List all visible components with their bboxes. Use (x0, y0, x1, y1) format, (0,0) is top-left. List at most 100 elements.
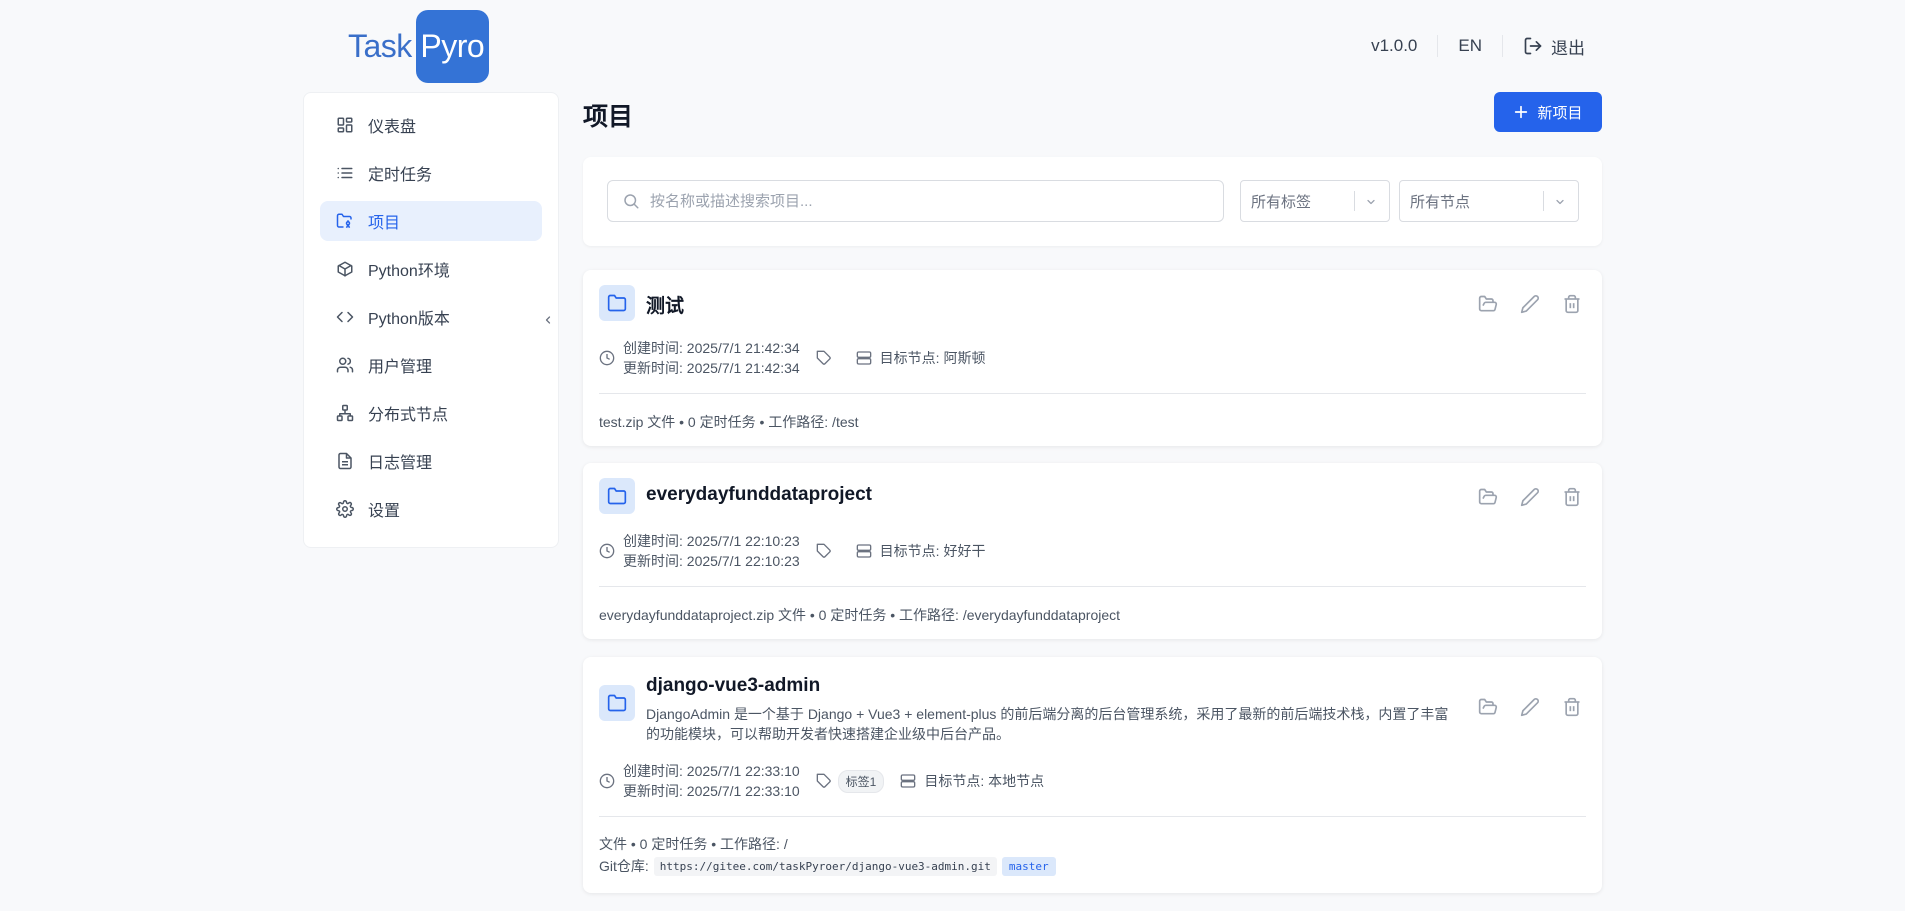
sidebar-item-python-env[interactable]: Python环境 (320, 249, 542, 289)
sidebar-item-scheduled-tasks[interactable]: 定时任务 (320, 153, 542, 193)
search-input[interactable] (650, 192, 1210, 210)
new-project-button[interactable]: 新项目 (1494, 92, 1602, 132)
git-repo-row: Git仓库: https://gitee.com/taskPyroer/djan… (599, 856, 1056, 876)
git-label: Git仓库: (599, 858, 649, 874)
card-divider (599, 393, 1586, 394)
tag-filter-value: 所有标签 (1251, 193, 1312, 211)
target-node: 目标节点: 阿斯顿 (879, 350, 986, 366)
project-timestamps: 创建时间: 2025/7/1 22:33:10 更新时间: 2025/7/1 2… (623, 761, 800, 801)
users-icon (336, 356, 354, 374)
created-time: 创建时间: 2025/7/1 21:42:34 (623, 340, 800, 356)
open-folder-icon[interactable] (1478, 697, 1498, 717)
node-filter-value: 所有节点 (1410, 193, 1471, 211)
sidebar-item-projects[interactable]: 项目 (320, 201, 542, 241)
box-icon (336, 260, 354, 278)
project-title[interactable]: django-vue3-admin (646, 675, 820, 697)
server-icon (856, 543, 872, 559)
sidebar-item-label: 仪表盘 (368, 119, 417, 136)
sidebar-item-label: Python环境 (368, 263, 450, 280)
sidebar-item-label: Python版本 (368, 311, 450, 328)
search-icon (622, 192, 640, 210)
updated-time: 更新时间: 2025/7/1 22:10:23 (623, 553, 800, 569)
project-footer: everydayfunddataproject.zip 文件 • 0 定时任务 … (599, 607, 1121, 623)
sidebar-item-label: 项目 (368, 215, 401, 232)
card-divider (599, 586, 1586, 587)
clock-icon (599, 543, 615, 559)
sidebar: 仪表盘 定时任务 项目 Python环境 Python版本 用户管理 分布式节点… (303, 92, 559, 548)
card-divider (599, 816, 1586, 817)
project-meta: 创建时间: 2025/7/1 22:33:10 更新时间: 2025/7/1 2… (599, 761, 1044, 801)
git-url[interactable]: https://gitee.com/taskPyroer/django-vue3… (653, 856, 997, 876)
target-node: 目标节点: 好好干 (879, 543, 986, 559)
chevron-down-icon (1365, 196, 1377, 208)
new-project-label: 新项目 (1537, 104, 1583, 122)
project-meta: 创建时间: 2025/7/1 21:42:34 更新时间: 2025/7/1 2… (599, 338, 985, 378)
select-divider (1543, 191, 1544, 211)
language-toggle[interactable]: EN (1458, 36, 1482, 56)
clock-icon (599, 350, 615, 366)
trash-icon[interactable] (1562, 487, 1582, 507)
version-label: v1.0.0 (1371, 36, 1418, 55)
sidebar-item-dashboard[interactable]: 仪表盘 (320, 105, 542, 145)
edit-icon[interactable] (1520, 697, 1540, 717)
sidebar-item-python-version[interactable]: Python版本 (320, 297, 542, 337)
tag-icon (816, 350, 832, 366)
edit-icon[interactable] (1520, 294, 1540, 314)
logout-button[interactable]: 退出 (1523, 34, 1585, 59)
project-title[interactable]: everydayfunddataproject (646, 484, 872, 506)
project-card[interactable]: everydayfunddataproject 创建时间: 2025/7/1 2… (583, 463, 1602, 639)
network-icon (336, 404, 354, 422)
updated-time: 更新时间: 2025/7/1 21:42:34 (623, 360, 800, 376)
code-icon (336, 308, 354, 326)
folder-icon (599, 285, 635, 321)
search-box (607, 180, 1224, 222)
project-description: DjangoAdmin 是一个基于 Django + Vue3 + elemen… (646, 706, 1449, 742)
chevron-down-icon (1554, 196, 1566, 208)
open-folder-icon[interactable] (1478, 487, 1498, 507)
updated-time: 更新时间: 2025/7/1 22:33:10 (623, 783, 800, 799)
node-filter-select[interactable]: 所有节点 (1399, 180, 1579, 222)
header-actions: v1.0.0 EN 退出 (1371, 26, 1585, 66)
project-title[interactable]: 测试 (646, 291, 684, 318)
page-title: 项目 (583, 103, 634, 131)
sidebar-item-label: 日志管理 (368, 455, 433, 472)
folder-icon (599, 685, 635, 721)
plus-icon (1513, 104, 1529, 120)
sidebar-item-logs[interactable]: 日志管理 (320, 441, 542, 481)
logout-label: 退出 (1551, 38, 1585, 58)
trash-icon[interactable] (1562, 697, 1582, 717)
tag-icon (816, 543, 832, 559)
project-actions (1478, 294, 1582, 314)
open-folder-icon[interactable] (1478, 294, 1498, 314)
tag-filter-select[interactable]: 所有标签 (1240, 180, 1390, 222)
chevron-left-icon (542, 313, 554, 327)
sidebar-item-settings[interactable]: 设置 (320, 489, 542, 529)
project-card[interactable]: django-vue3-admin DjangoAdmin 是一个基于 Djan… (583, 657, 1602, 893)
created-time: 创建时间: 2025/7/1 22:10:23 (623, 533, 800, 549)
folder-icon (599, 478, 635, 514)
select-divider (1354, 191, 1355, 211)
project-card[interactable]: 测试 创建时间: 2025/7/1 21:42:34 更新时间: 2025/7/… (583, 270, 1602, 446)
git-branch-badge: master (1001, 856, 1056, 876)
project-actions (1478, 697, 1582, 717)
list-icon (336, 164, 354, 182)
project-footer: 文件 • 0 定时任务 • 工作路径: / (599, 836, 788, 852)
logout-icon (1523, 36, 1543, 56)
target-node: 目标节点: 本地节点 (924, 773, 1045, 789)
filter-bar: 所有标签 所有节点 (583, 157, 1602, 246)
sidebar-item-users[interactable]: 用户管理 (320, 345, 542, 385)
server-icon (856, 350, 872, 366)
sidebar-item-label: 用户管理 (368, 359, 433, 376)
trash-icon[interactable] (1562, 294, 1582, 314)
app-logo: Task Pyro (348, 10, 489, 83)
folder-git-icon (336, 212, 354, 230)
sidebar-collapse-button[interactable] (537, 307, 559, 333)
tag-icon (816, 773, 832, 789)
edit-icon[interactable] (1520, 487, 1540, 507)
project-timestamps: 创建时间: 2025/7/1 22:10:23 更新时间: 2025/7/1 2… (623, 531, 800, 571)
file-text-icon (336, 452, 354, 470)
project-timestamps: 创建时间: 2025/7/1 21:42:34 更新时间: 2025/7/1 2… (623, 338, 800, 378)
gear-icon (336, 500, 354, 518)
sidebar-item-nodes[interactable]: 分布式节点 (320, 393, 542, 433)
sidebar-item-label: 定时任务 (368, 167, 433, 184)
